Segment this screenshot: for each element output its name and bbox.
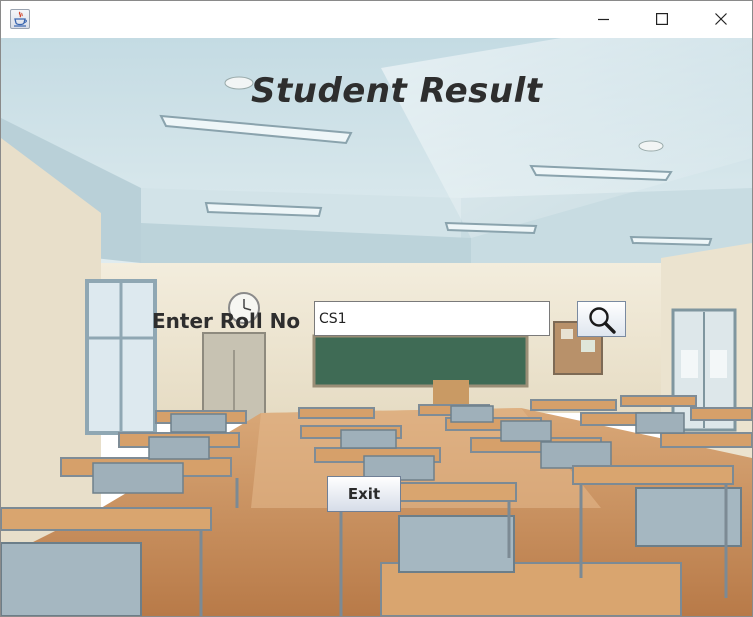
java-cup-icon (10, 9, 30, 29)
roll-number-label: Enter Roll No (152, 309, 301, 333)
maximize-icon[interactable] (639, 1, 685, 38)
roll-number-input[interactable] (314, 301, 550, 336)
client-area: Student Result Enter Roll No Exit (1, 38, 752, 616)
title-bar[interactable] (1, 1, 752, 38)
search-button[interactable] (577, 301, 626, 337)
close-icon[interactable] (698, 1, 744, 38)
exit-button[interactable]: Exit (327, 476, 401, 512)
app-window: Student Result Enter Roll No Exit (0, 0, 753, 617)
page-title: Student Result (251, 71, 543, 111)
minimize-icon[interactable] (581, 1, 627, 38)
